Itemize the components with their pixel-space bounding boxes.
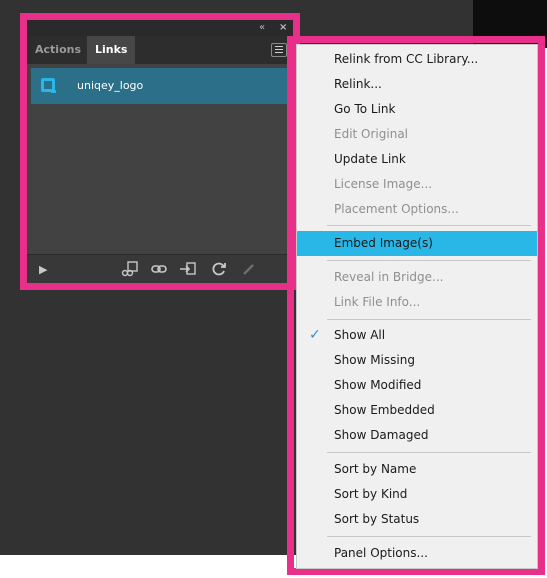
menu-item-relink[interactable]: Relink... (297, 72, 537, 97)
menu-item-show-embedded[interactable]: Show Embedded (297, 398, 537, 423)
menu-item-embed-images[interactable]: Embed Image(s) (297, 231, 537, 256)
checkmark-icon: ✓ (309, 327, 321, 343)
menu-item-show-all[interactable]: ✓ Show All (297, 323, 537, 348)
menu-item-edit-original[interactable]: Edit Original (297, 122, 537, 147)
menu-separator (327, 319, 531, 320)
menu-separator (327, 225, 531, 226)
panel-highlight-outline (20, 13, 300, 290)
menu-separator (327, 536, 531, 537)
menu-item-go-to-link[interactable]: Go To Link (297, 97, 537, 122)
menu-item-show-missing[interactable]: Show Missing (297, 348, 537, 373)
menu-item-sort-by-status[interactable]: Sort by Status (297, 507, 537, 532)
menu-item-update-link[interactable]: Update Link (297, 147, 537, 172)
menu-item-sort-by-kind[interactable]: Sort by Kind (297, 482, 537, 507)
menu-item-license-image[interactable]: License Image... (297, 172, 537, 197)
menu-item-panel-options[interactable]: Panel Options... (297, 541, 537, 566)
menu-item-sort-by-name[interactable]: Sort by Name (297, 457, 537, 482)
menu-item-show-damaged[interactable]: Show Damaged (297, 423, 537, 448)
panel-context-menu: Relink from CC Library... Relink... Go T… (296, 44, 538, 569)
menu-item-show-modified[interactable]: Show Modified (297, 373, 537, 398)
menu-item-placement-options[interactable]: Placement Options... (297, 197, 537, 222)
menu-separator (327, 260, 531, 261)
menu-item-reveal-in-bridge[interactable]: Reveal in Bridge... (297, 265, 537, 290)
menu-item-relink-from-cc-library[interactable]: Relink from CC Library... (297, 47, 537, 72)
menu-separator (327, 452, 531, 453)
menu-item-link-file-info[interactable]: Link File Info... (297, 290, 537, 315)
